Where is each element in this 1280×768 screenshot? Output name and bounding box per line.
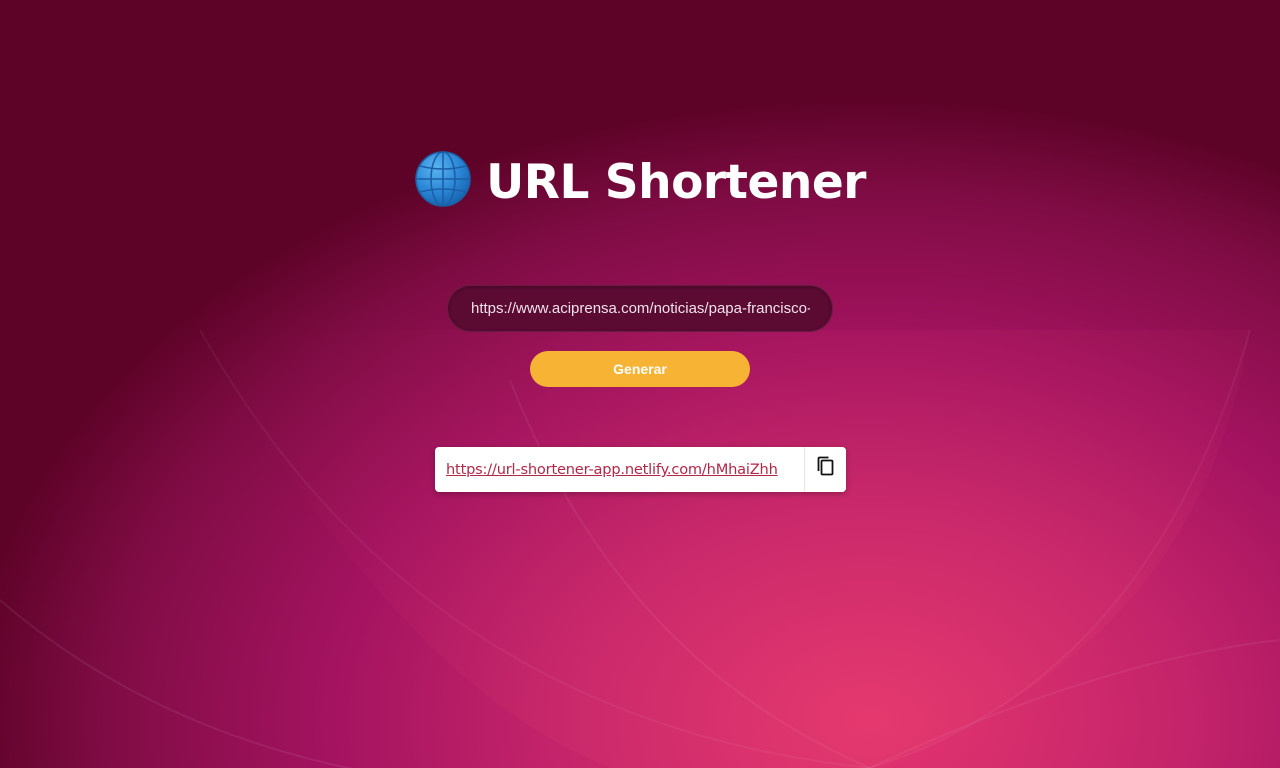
- globe-icon: [414, 150, 472, 208]
- short-url-link[interactable]: https://url-shortener-app.netlify.com/hM…: [435, 461, 804, 478]
- copy-button[interactable]: [804, 447, 846, 492]
- page-title: URL Shortener: [0, 150, 1280, 215]
- generate-button[interactable]: Generar: [530, 351, 750, 387]
- result-box: https://url-shortener-app.netlify.com/hM…: [435, 447, 846, 492]
- copy-icon: [816, 456, 836, 483]
- url-input[interactable]: [447, 285, 833, 332]
- app-title-text: URL Shortener: [486, 155, 866, 210]
